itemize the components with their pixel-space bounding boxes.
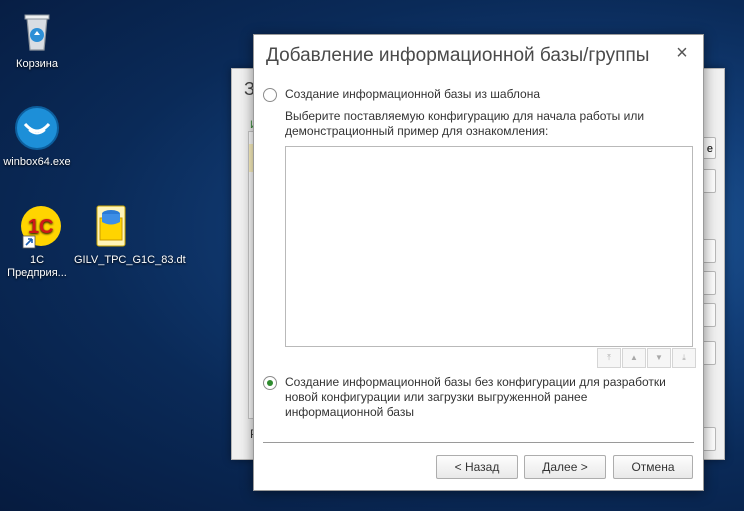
option-empty-label: Создание информационной базы без конфигу… (285, 375, 666, 419)
move-to-top-button[interactable]: ⤒ (597, 348, 621, 368)
recycle-bin-icon (13, 6, 61, 54)
move-down-button[interactable]: ▼ (647, 348, 671, 368)
template-hint: Выберите поставляемую конфигурацию для н… (285, 109, 645, 138)
triangle-up-icon: ▲ (630, 353, 638, 362)
dialog-title: Добавление информационной базы/группы (266, 45, 650, 66)
move-to-bottom-icon: ⤓ (682, 353, 686, 362)
desktop-icon-dt-file[interactable]: GILV_TPC_G1C_83.dt (74, 202, 186, 267)
cancel-button[interactable]: Отмена (613, 455, 693, 479)
desktop-icon-label: GILV_TPC_G1C_83.dt (74, 254, 186, 266)
desktop-icon-1c[interactable]: 1C 1C Предприя... (0, 202, 74, 280)
divider (263, 442, 694, 443)
background-window-button-text: е (706, 143, 713, 155)
radio-template[interactable] (263, 88, 277, 102)
next-button[interactable]: Далее > (524, 455, 606, 479)
background-window-button[interactable]: е (702, 137, 716, 159)
option-template-label: Создание информационной базы из шаблона (285, 87, 541, 101)
desktop-icon-label: Корзина (16, 58, 58, 70)
configuration-list[interactable] (285, 146, 693, 347)
move-up-button[interactable]: ▲ (622, 348, 646, 368)
close-button[interactable]: × (671, 43, 693, 65)
option-from-template[interactable]: Создание информационной базы из шаблона (263, 87, 540, 102)
back-button[interactable]: < Назад (436, 455, 518, 479)
dt-file-icon (87, 202, 135, 250)
desktop-icon-winbox[interactable]: winbox64.exe (0, 104, 74, 169)
desktop-icon-label: winbox64.exe (3, 156, 71, 168)
move-to-bottom-button[interactable]: ⤓ (672, 348, 696, 368)
move-to-top-icon: ⤒ (607, 353, 611, 362)
desktop-icon-label: 1C Предприя... (7, 254, 67, 279)
list-navigation: ⤒ ▲ ▼ ⤓ (597, 348, 696, 368)
winbox-icon (13, 104, 61, 152)
svg-text:1C: 1C (28, 216, 54, 238)
add-infobase-dialog: Добавление информационной базы/группы × … (253, 34, 704, 491)
option-empty-infobase[interactable]: Создание информационной базы без конфигу… (263, 375, 683, 420)
triangle-down-icon: ▼ (655, 353, 663, 362)
1c-enterprise-icon: 1C (13, 202, 61, 250)
radio-empty[interactable] (263, 376, 277, 390)
desktop-icon-recycle-bin[interactable]: Корзина (0, 6, 74, 71)
close-icon: × (676, 42, 688, 64)
